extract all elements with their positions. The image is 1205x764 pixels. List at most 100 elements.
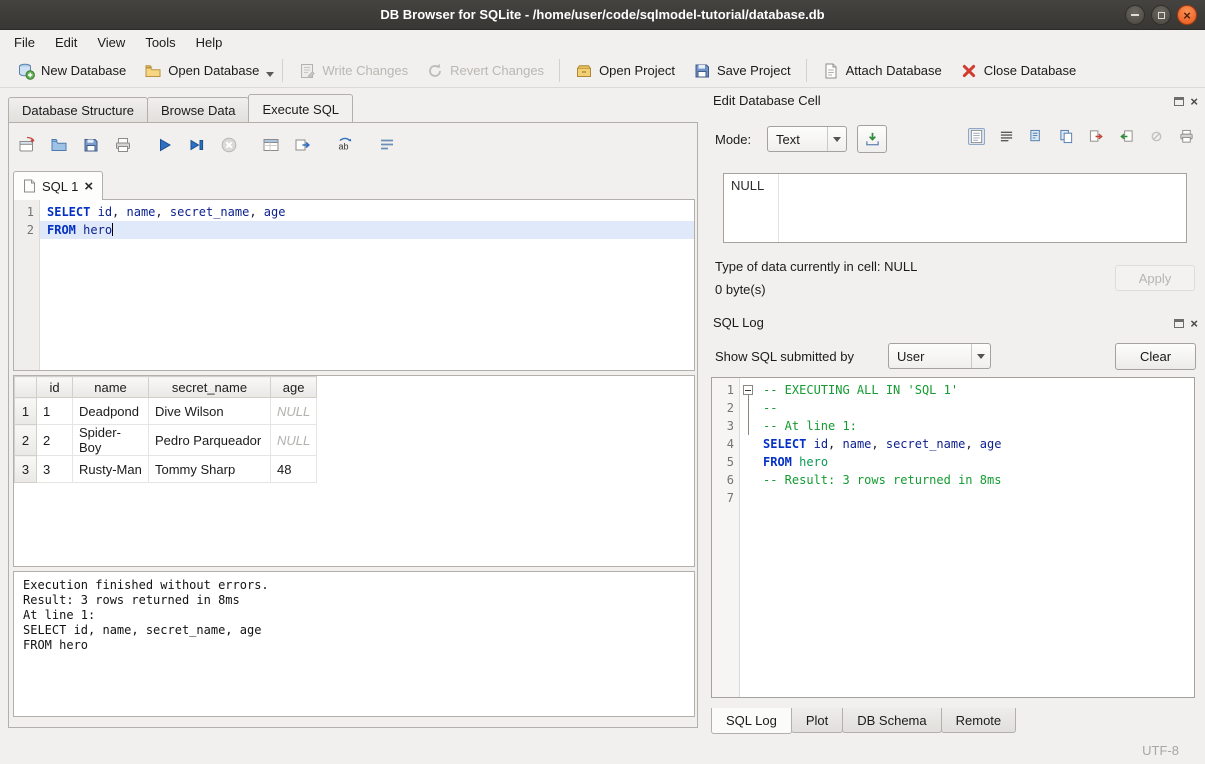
tab-db-schema[interactable]: DB Schema [842, 708, 941, 733]
chevron-down-icon [971, 344, 990, 368]
sql-log-dock-controls: × [1174, 317, 1198, 330]
column-header-secret_name[interactable]: secret_name [149, 377, 271, 398]
sql-log-view[interactable]: 1234567 -- EXECUTING ALL IN 'SQL 1'---- … [711, 377, 1195, 698]
word-wrap-icon[interactable] [377, 135, 397, 155]
table-cell[interactable]: Rusty-Man [73, 456, 149, 483]
table-cell[interactable]: 1 [37, 398, 73, 425]
float-panel-icon[interactable] [1174, 97, 1184, 106]
code-line[interactable]: FROM hero [40, 221, 694, 239]
line-number: 2 [14, 221, 34, 239]
close-panel-icon[interactable]: × [1190, 95, 1198, 108]
column-header-age[interactable]: age [271, 377, 317, 398]
new-tab-icon[interactable] [17, 135, 37, 155]
table-cell[interactable]: NULL [271, 398, 317, 425]
tab-label: Browse Data [161, 103, 235, 118]
tab-sql-log[interactable]: SQL Log [711, 708, 792, 734]
write-changes-icon [298, 62, 316, 80]
clear-log-button[interactable]: Clear [1115, 343, 1196, 370]
execute-line-icon[interactable] [187, 135, 207, 155]
execution-message: Execution finished without errors. Resul… [23, 578, 685, 653]
row-number[interactable]: 3 [15, 456, 37, 483]
print-cell-icon[interactable] [1178, 128, 1195, 145]
import-cell-icon[interactable] [1118, 128, 1135, 145]
titlebar[interactable]: DB Browser for SQLite - /home/user/code/… [0, 0, 1205, 30]
close-sql-tab-icon[interactable]: × [84, 179, 93, 194]
write-changes-label: Write Changes [322, 63, 408, 78]
copy-cell-icon[interactable] [1028, 128, 1045, 145]
table-cell[interactable]: 48 [271, 456, 317, 483]
table-cell[interactable]: 3 [37, 456, 73, 483]
row-number[interactable]: 1 [15, 398, 37, 425]
menu-tools[interactable]: Tools [135, 32, 185, 53]
column-header-id[interactable]: id [37, 377, 73, 398]
print-sql-icon[interactable] [113, 135, 133, 155]
table-cell[interactable]: NULL [271, 425, 317, 456]
execute-sql-pane: ab SQL 1 × 12 SELECT id, name, secret_na… [8, 122, 698, 728]
mode-select[interactable]: Text [767, 126, 847, 152]
tab-execute-sql[interactable]: Execute SQL [248, 94, 353, 122]
close-database-button[interactable]: Close Database [951, 58, 1086, 84]
close-panel-icon[interactable]: × [1190, 317, 1198, 330]
save-sql-file-icon[interactable] [81, 135, 101, 155]
find-replace-icon[interactable]: ab [335, 135, 355, 155]
close-button[interactable]: × [1177, 5, 1197, 25]
export-cell-icon[interactable] [1088, 128, 1105, 145]
table-cell[interactable]: Dive Wilson [149, 398, 271, 425]
tab-database-structure[interactable]: Database Structure [8, 97, 148, 122]
code-line[interactable]: -- Result: 3 rows returned in 8ms [756, 471, 1194, 489]
open-project-button[interactable]: Open Project [566, 58, 684, 84]
maximize-button[interactable] [1151, 5, 1171, 25]
menu-view[interactable]: View [87, 32, 135, 53]
code-line[interactable]: SELECT id, name, secret_name, age [40, 203, 694, 221]
new-database-button[interactable]: New Database [8, 58, 135, 84]
editor-code[interactable]: SELECT id, name, secret_name, ageFROM he… [40, 200, 694, 370]
open-sql-file-icon[interactable] [49, 135, 69, 155]
attach-database-button[interactable]: Attach Database [813, 58, 951, 84]
editor-gutter: 12 [14, 200, 40, 370]
text-document-icon[interactable] [968, 128, 985, 145]
menu-file[interactable]: File [4, 32, 45, 53]
mode-select-value: Text [768, 132, 827, 147]
tab-browse-data[interactable]: Browse Data [147, 97, 249, 122]
table-cell[interactable]: Spider-Boy [73, 425, 149, 456]
save-results-view-icon[interactable] [261, 135, 281, 155]
left-panel: Database Structure Browse Data Execute S… [0, 88, 705, 736]
sql-tab[interactable]: SQL 1 × [13, 171, 103, 200]
attach-database-icon [822, 62, 840, 80]
execute-all-icon[interactable] [155, 135, 175, 155]
sql-editor[interactable]: 12 SELECT id, name, secret_name, ageFROM… [13, 199, 695, 371]
log-filter-select[interactable]: User [888, 343, 991, 369]
results-area[interactable]: idnamesecret_nameage11DeadpondDive Wilso… [13, 375, 695, 567]
code-line[interactable]: -- At line 1: [756, 417, 1194, 435]
row-number[interactable]: 2 [15, 425, 37, 456]
table-cell[interactable]: Deadpond [73, 398, 149, 425]
minimize-button[interactable] [1125, 5, 1145, 25]
column-header-name[interactable]: name [73, 377, 149, 398]
code-line[interactable]: -- EXECUTING ALL IN 'SQL 1' [756, 381, 1194, 399]
import-in-cell-button[interactable] [857, 125, 887, 153]
table-row: 33Rusty-ManTommy Sharp48 [15, 456, 317, 483]
cell-editor[interactable]: NULL [723, 173, 1187, 243]
paste-cell-icon[interactable] [1058, 128, 1075, 145]
code-line[interactable]: FROM hero [756, 453, 1194, 471]
log-fold-margin [740, 378, 756, 697]
word-wrap-cell-icon[interactable] [998, 128, 1015, 145]
float-panel-icon[interactable] [1174, 319, 1184, 328]
tab-remote[interactable]: Remote [941, 708, 1017, 733]
table-cell[interactable]: Pedro Parqueador [149, 425, 271, 456]
export-results-icon[interactable] [293, 135, 313, 155]
table-cell[interactable]: 2 [37, 425, 73, 456]
code-line[interactable]: -- [756, 399, 1194, 417]
log-code[interactable]: -- EXECUTING ALL IN 'SQL 1'---- At line … [756, 378, 1194, 697]
table-cell[interactable]: Tommy Sharp [149, 456, 271, 483]
menu-help[interactable]: Help [186, 32, 233, 53]
code-line[interactable] [756, 489, 1194, 507]
results-grid[interactable]: idnamesecret_nameage11DeadpondDive Wilso… [14, 376, 317, 483]
save-project-button[interactable]: Save Project [684, 58, 800, 84]
open-database-button[interactable]: Open Database [135, 58, 268, 84]
fold-collapse-icon[interactable] [740, 381, 756, 399]
tab-plot[interactable]: Plot [791, 708, 843, 733]
open-database-dropdown-icon[interactable] [266, 72, 274, 77]
code-line[interactable]: SELECT id, name, secret_name, age [756, 435, 1194, 453]
menu-edit[interactable]: Edit [45, 32, 87, 53]
